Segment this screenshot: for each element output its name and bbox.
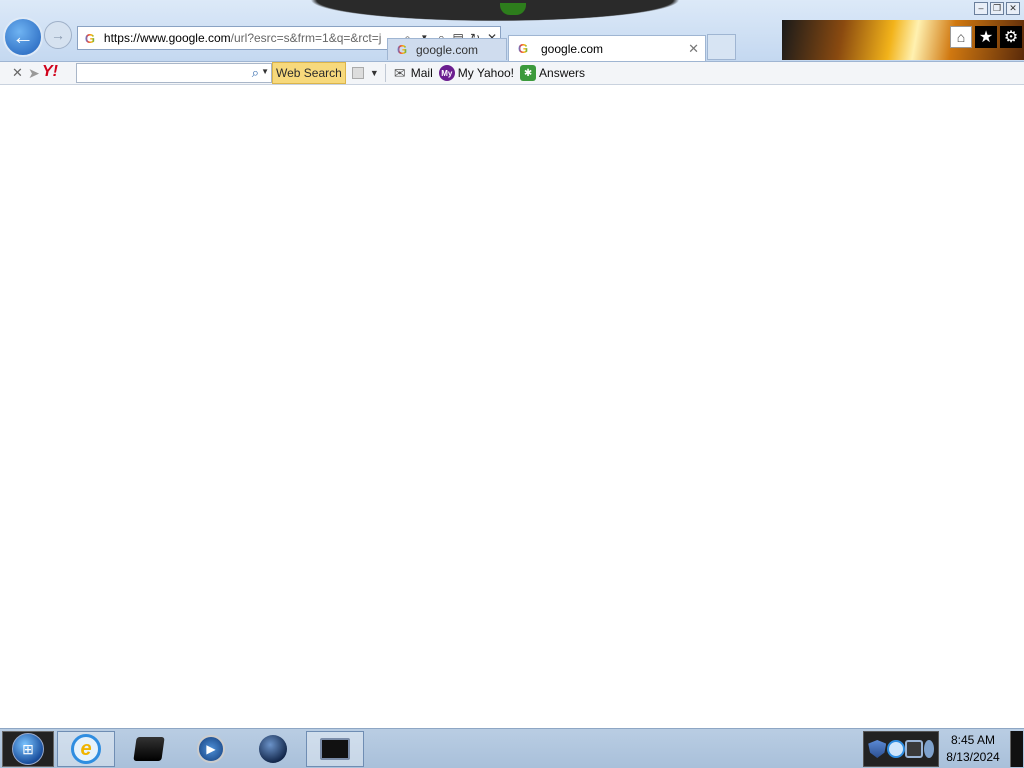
google-favicon-icon: G — [517, 41, 529, 56]
google-favicon-icon: G — [396, 42, 408, 57]
search-icon[interactable]: ⌕ — [252, 65, 259, 81]
page-content-area[interactable] — [0, 86, 1024, 728]
forward-arrow-icon: → — [51, 27, 65, 43]
yahoo-logo-icon[interactable]: ➤ Y! — [28, 63, 72, 83]
yahoo-search-input[interactable] — [77, 64, 245, 82]
tab-google-1[interactable]: G google.com — [387, 38, 507, 60]
answers-label: Answers — [539, 66, 586, 80]
toolbar-options-icon[interactable] — [351, 67, 364, 79]
security-shield-icon[interactable] — [868, 740, 887, 758]
network-icon[interactable] — [905, 740, 924, 758]
folder-icon — [133, 737, 165, 761]
system-tray — [863, 731, 939, 767]
taskbar-globe-app[interactable] — [244, 731, 302, 767]
ie-tray-icon[interactable] — [886, 740, 905, 758]
dropdown-arrow-icon[interactable]: ▼ — [261, 67, 269, 76]
url-path: /url?esrc=s&frm=1&q=&rct=j — [230, 31, 382, 45]
close-tab-icon[interactable]: ✕ — [688, 41, 699, 57]
toolbar-divider — [384, 64, 386, 82]
restore-button[interactable]: ❐ — [990, 2, 1004, 15]
show-desktop-button[interactable] — [1010, 731, 1023, 767]
yahoo-toolbar: ✕ ➤ Y! ⌕ ▼ Web Search ▼ ✉ Mail My My Yaho… — [0, 62, 1024, 85]
tab-label: google.com — [541, 41, 604, 56]
star-icon[interactable]: ★ — [975, 26, 997, 48]
back-arrow-icon: ← — [12, 24, 34, 49]
mail-link[interactable]: ✉ Mail — [392, 65, 433, 81]
tab-label: google.com — [416, 42, 479, 57]
back-button[interactable]: ← — [3, 17, 43, 57]
gear-icon[interactable]: ⚙ — [1000, 26, 1022, 48]
minimize-button[interactable]: – — [974, 2, 988, 15]
internet-explorer-icon: e — [71, 734, 101, 764]
taskbar-window-app[interactable] — [306, 731, 364, 767]
google-favicon-icon: G — [84, 30, 96, 46]
clock-time: 8:45 AM — [950, 733, 996, 747]
chevron-down-icon[interactable]: ▼ — [370, 68, 379, 78]
tab-google-2[interactable]: G google.com ✕ — [508, 35, 706, 61]
clock-date: 8/13/2024 — [946, 750, 1000, 764]
media-player-icon: ▶ — [197, 735, 225, 763]
window-app-icon — [320, 738, 350, 760]
taskbar-internet-explorer[interactable]: e — [57, 731, 115, 767]
url-host: https://www.google.com — [103, 31, 231, 45]
my-yahoo-link[interactable]: My My Yahoo! — [438, 65, 515, 81]
web-search-button[interactable]: Web Search — [272, 62, 346, 84]
window-title-notch — [285, 0, 705, 24]
window-controls: – ❐ ✕ — [974, 2, 1020, 15]
answers-icon: ✱ — [520, 65, 537, 81]
taskbar-media-player[interactable]: ▶ — [182, 731, 240, 767]
clock[interactable]: 8:45 AM 8/13/2024 — [940, 732, 1006, 766]
answers-link[interactable]: ✱ Answers — [520, 65, 585, 81]
taskbar: ⊞ e ▶ 8:45 AM 8/13/2024 — [0, 728, 1024, 768]
my-yahoo-icon: My — [438, 65, 455, 81]
start-button[interactable]: ⊞ — [2, 731, 54, 767]
volume-icon[interactable] — [923, 740, 934, 758]
my-yahoo-label: My Yahoo! — [457, 66, 515, 80]
close-window-button[interactable]: ✕ — [1006, 2, 1020, 15]
taskbar-file-explorer[interactable] — [120, 731, 178, 767]
yahoo-search-box: ⌕ ▼ — [76, 63, 272, 83]
mail-label: Mail — [410, 66, 433, 80]
globe-icon — [259, 735, 287, 763]
home-icon[interactable]: ⌂ — [950, 26, 972, 48]
forward-button[interactable]: → — [44, 21, 72, 49]
new-tab-button[interactable] — [707, 34, 736, 60]
url-input[interactable]: https://www.google.com/url?esrc=s&frm=1&… — [104, 31, 399, 45]
windows-logo-icon: ⊞ — [12, 733, 44, 765]
close-toolbar-icon[interactable]: ✕ — [12, 65, 28, 81]
command-buttons: ⌂ ★ ⚙ — [950, 26, 1022, 48]
mail-icon: ✉ — [393, 64, 406, 81]
browser-chrome: – ❐ ✕ ← → G https://www.google.com/url?e… — [0, 0, 1024, 62]
